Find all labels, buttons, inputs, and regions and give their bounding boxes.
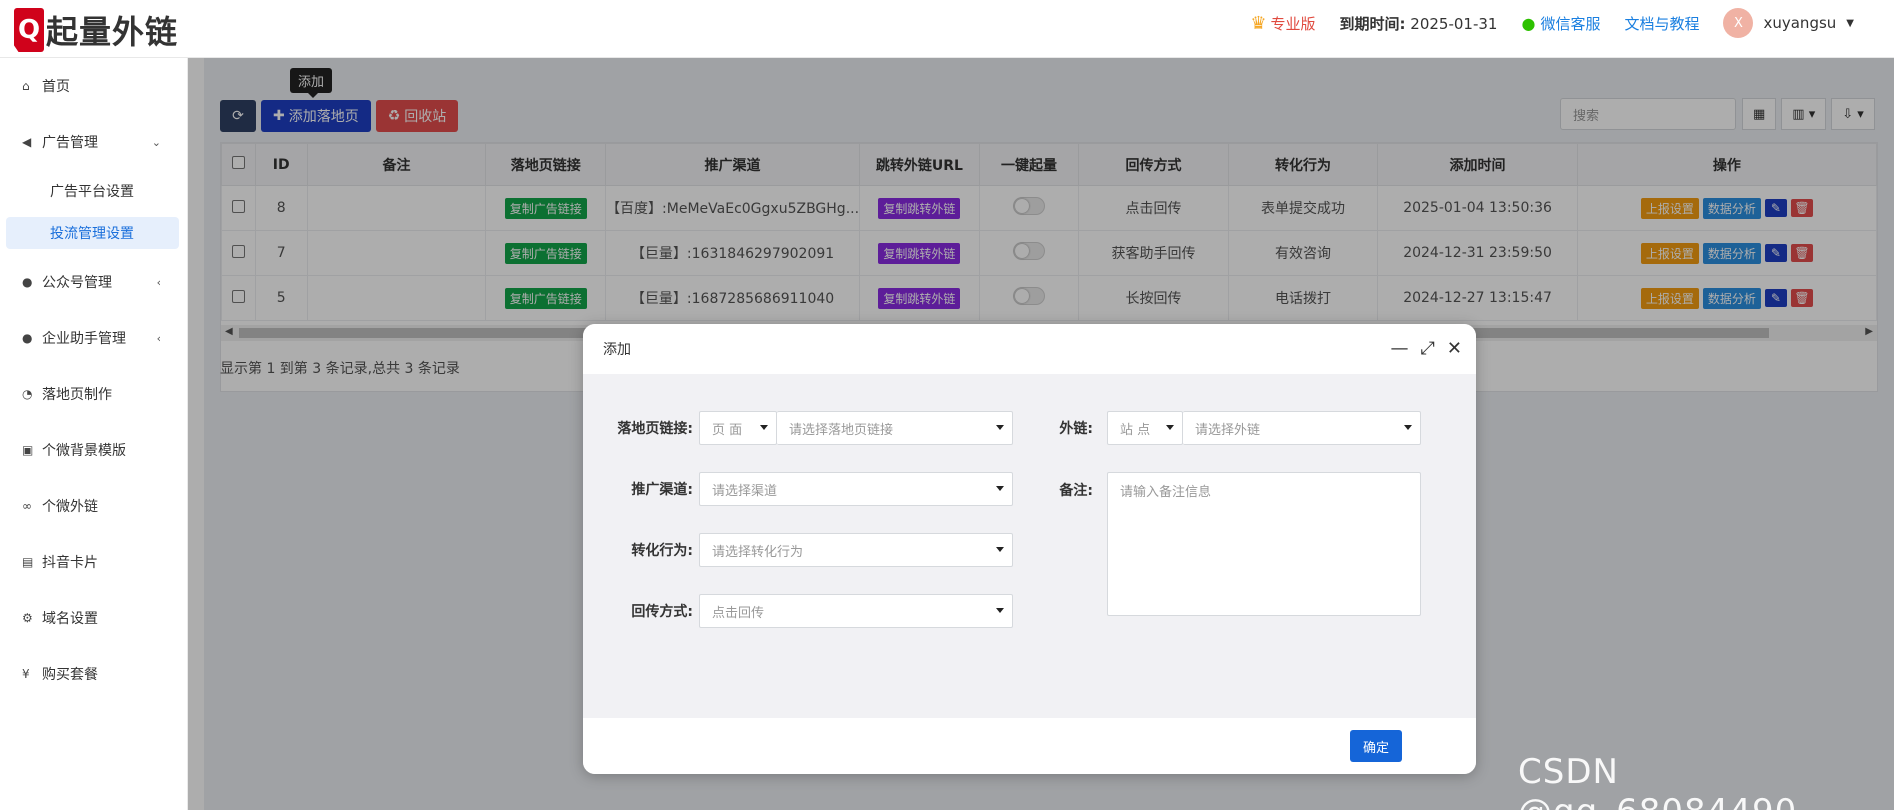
wechat-icon: ● <box>1521 13 1536 33</box>
logo[interactable]: Q 起量外链 <box>14 8 178 52</box>
caret-down-icon <box>996 547 1004 552</box>
sidebar-subitem-ad-platform[interactable]: 广告平台设置 <box>0 170 187 212</box>
modal-title: 添加 <box>603 342 631 358</box>
wechat-label: 微信客服 <box>1540 14 1601 33</box>
logo-mark: Q <box>14 8 44 52</box>
sidebar-item-douyin-card[interactable]: ▤ 抖音卡片 <box>0 534 187 590</box>
note-textarea[interactable]: 请输入备注信息 <box>1107 472 1421 616</box>
sidebar-item-label: 广告管理 <box>42 135 98 151</box>
comment-icon: ● <box>22 275 33 289</box>
note-label: 备注: <box>1059 483 1093 499</box>
outlink-select[interactable]: 请选择外链 <box>1183 411 1421 445</box>
landing-link-select[interactable]: 请选择落地页链接 <box>777 411 1013 445</box>
expire-date: 2025-01-31 <box>1410 14 1498 33</box>
sidebar-item-label: 抖音卡片 <box>42 555 98 571</box>
confirm-button[interactable]: 确定 <box>1350 730 1402 762</box>
pro-version-link[interactable]: ♛ 专业版 <box>1250 13 1315 34</box>
sidebar-item-label: 域名设置 <box>42 611 98 627</box>
sidebar-item-label: 企业助手管理 <box>42 331 126 347</box>
username: xuyangsu <box>1763 14 1837 32</box>
sidebar-item-label: 个微外链 <box>42 499 98 515</box>
sidebar-item-home[interactable]: ⌂ 首页 <box>0 58 187 114</box>
outlink-label: 外链: <box>1059 421 1093 437</box>
outlink-placeholder: 请选择外链 <box>1195 422 1261 438</box>
expire-info: 到期时间: 2025-01-31 <box>1340 13 1498 34</box>
maximize-icon[interactable]: ⤢ <box>1421 338 1435 359</box>
home-icon: ⌂ <box>22 79 30 93</box>
chevron-left-icon: ‹ <box>156 275 161 289</box>
caret-down-icon <box>1166 425 1174 430</box>
image-icon: ▣ <box>22 443 34 457</box>
pro-label: 专业版 <box>1270 14 1316 33</box>
chevron-down-icon: ⌄ <box>151 135 161 149</box>
outlink-type-select[interactable]: 站 点 <box>1107 411 1183 445</box>
watermark: CSDN @qq_68084490 <box>1518 752 1796 810</box>
sidebar: ⌂ 首页 ◀ 广告管理 ⌄ 广告平台设置 投流管理设置 ● 公众号管理 ‹ ● … <box>0 58 188 810</box>
top-header: Q 起量外链 ♛ 专业版 到期时间: 2025-01-31 ● 微信客服 文档与… <box>0 0 1894 58</box>
docs-link[interactable]: 文档与教程 <box>1624 13 1699 34</box>
sidebar-item-outlink[interactable]: ∞ 个微外链 <box>0 478 187 534</box>
sidebar-item-landing-page[interactable]: ◔ 落地页制作 <box>0 366 187 422</box>
yen-icon: ¥ <box>22 667 30 681</box>
landing-type-value: 页 面 <box>712 422 743 438</box>
chevron-left-icon: ‹ <box>156 331 161 345</box>
caret-down-icon <box>996 608 1004 613</box>
sidebar-item-buy-package[interactable]: ¥ 购买套餐 <box>0 646 187 702</box>
landing-link-label: 落地页链接: <box>617 421 693 437</box>
sidebar-item-enterprise-assistant[interactable]: ● 企业助手管理 ‹ <box>0 310 187 366</box>
cogs-icon: ⚙ <box>22 611 33 625</box>
outlink-type-value: 站 点 <box>1120 422 1151 438</box>
dashboard-icon: ◔ <box>22 387 33 401</box>
sidebar-item-domain-settings[interactable]: ⚙ 域名设置 <box>0 590 187 646</box>
add-modal: 添加 — ⤢ ✕ 落地页链接: 页 面 请选择落地页链接 外链: 站 点 请选择… <box>583 324 1476 774</box>
sidebar-subitem-traffic-settings[interactable]: 投流管理设置 <box>6 217 179 249</box>
landing-link-placeholder: 请选择落地页链接 <box>789 422 894 438</box>
channel-label: 推广渠道: <box>631 482 693 498</box>
wechat-service-link[interactable]: ● 微信客服 <box>1521 13 1600 34</box>
close-icon[interactable]: ✕ <box>1447 338 1462 359</box>
crown-icon: ♛ <box>1250 12 1267 34</box>
user-menu[interactable]: X xuyangsu ▼ <box>1723 8 1854 38</box>
conversion-select[interactable]: 请选择转化行为 <box>699 533 1013 567</box>
sidebar-item-label: 首页 <box>42 79 70 95</box>
megaphone-icon: ◀ <box>22 135 32 149</box>
wechat-icon: ● <box>22 331 33 345</box>
conversion-label: 转化行为: <box>631 543 693 559</box>
channel-select[interactable]: 请选择渠道 <box>699 472 1013 506</box>
sidebar-item-label: 公众号管理 <box>42 275 112 291</box>
avatar: X <box>1723 8 1754 38</box>
minimize-icon[interactable]: — <box>1391 338 1409 359</box>
callback-value: 点击回传 <box>712 605 765 621</box>
sidebar-item-label: 个微背景模版 <box>42 443 126 459</box>
sidebar-item-ad-management[interactable]: ◀ 广告管理 ⌄ <box>0 114 187 170</box>
callback-label: 回传方式: <box>631 604 693 620</box>
caret-down-icon: ▼ <box>1846 17 1854 29</box>
sidebar-item-background-template[interactable]: ▣ 个微背景模版 <box>0 422 187 478</box>
expire-label: 到期时间: <box>1339 14 1406 33</box>
logo-text: 起量外链 <box>46 13 179 51</box>
channel-placeholder: 请选择渠道 <box>712 483 778 499</box>
link-icon: ∞ <box>22 499 32 513</box>
sidebar-item-label: 落地页制作 <box>42 387 112 403</box>
sidebar-item-label: 购买套餐 <box>42 667 98 683</box>
landing-type-select[interactable]: 页 面 <box>699 411 777 445</box>
caret-down-icon <box>1404 425 1412 430</box>
sidebar-item-official-account[interactable]: ● 公众号管理 ‹ <box>0 254 187 310</box>
callback-select[interactable]: 点击回传 <box>699 594 1013 628</box>
id-card-icon: ▤ <box>22 555 34 569</box>
conversion-placeholder: 请选择转化行为 <box>712 544 804 560</box>
caret-down-icon <box>760 425 768 430</box>
